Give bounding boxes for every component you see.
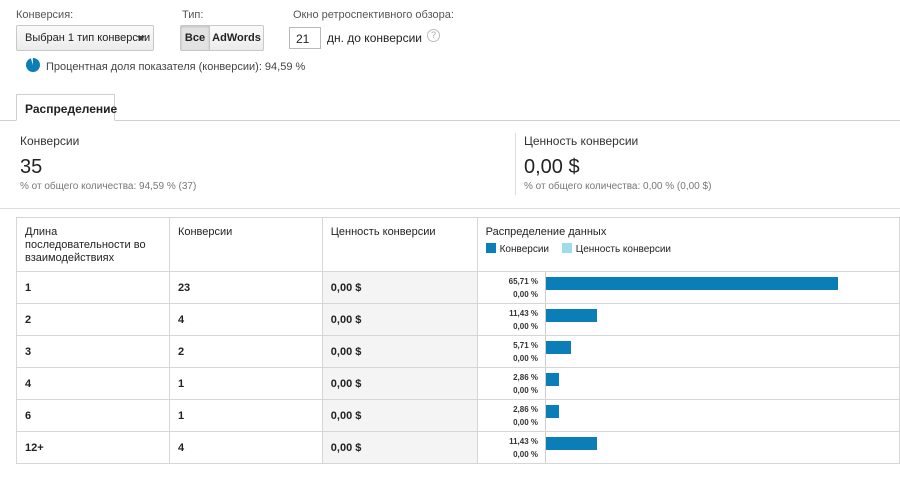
distribution-bar bbox=[545, 341, 571, 354]
pct-value: 0,00 % bbox=[513, 418, 538, 427]
cell-distribution: 5,71 % 0,00 % bbox=[476, 335, 900, 368]
help-icon[interactable]: ? bbox=[427, 29, 440, 42]
legend-conversions-label: Конверсии bbox=[499, 244, 550, 255]
table-row: 1 23 0,00 $ 65,71 % 0,00 % bbox=[16, 271, 900, 304]
cell-conversions: 2 bbox=[168, 335, 323, 368]
cell-value: 0,00 $ bbox=[321, 335, 478, 368]
cell-value: 0,00 $ bbox=[321, 431, 478, 464]
pct-conversions: 11,43 % bbox=[509, 309, 538, 318]
distribution-legend: Конверсии Ценность конверсии bbox=[485, 243, 891, 256]
tab-distribution[interactable]: Распределение bbox=[16, 94, 117, 121]
table-row: 6 1 0,00 $ 2,86 % 0,00 % bbox=[16, 399, 900, 432]
pct-conversions: 2,86 % bbox=[513, 405, 538, 414]
cell-conversions: 1 bbox=[168, 367, 323, 400]
cell-value: 0,00 $ bbox=[321, 367, 478, 400]
cell-conversions: 4 bbox=[168, 431, 323, 464]
table-row: 4 1 0,00 $ 2,86 % 0,00 % bbox=[16, 367, 900, 400]
table-row: 12+ 4 0,00 $ 11,43 % 0,00 % bbox=[16, 431, 900, 464]
legend-conversions: Конверсии bbox=[485, 243, 550, 255]
conversion-type-dropdown[interactable]: Выбран 1 тип конверсии bbox=[16, 25, 154, 51]
pct-conversions: 65,71 % bbox=[508, 277, 538, 286]
metric-share-text: Процентная доля показателя (конверсии): … bbox=[46, 61, 306, 73]
cell-length: 4 bbox=[16, 367, 170, 400]
lookback-unit-label: дн. до конверсии bbox=[327, 31, 422, 45]
cell-length: 1 bbox=[16, 271, 170, 304]
pct-conversions: 11,43 % bbox=[509, 437, 538, 446]
distribution-bar bbox=[545, 437, 597, 450]
cell-length: 12+ bbox=[16, 431, 170, 464]
header-conversion-value[interactable]: Ценность конверсии bbox=[321, 217, 478, 272]
metric-conversions-sub: % от общего количества: 94,59 % (37) bbox=[20, 181, 197, 192]
pct-value: 0,00 % bbox=[513, 386, 538, 395]
cell-distribution: 2,86 % 0,00 % bbox=[476, 399, 900, 432]
cell-length: 6 bbox=[16, 399, 170, 432]
cell-value: 0,00 $ bbox=[321, 399, 478, 432]
cell-value: 0,00 $ bbox=[321, 271, 478, 304]
table-row: 3 2 0,00 $ 5,71 % 0,00 % bbox=[16, 335, 900, 368]
cell-value: 0,00 $ bbox=[321, 303, 478, 336]
chevron-down-icon bbox=[137, 36, 145, 41]
cell-conversions: 1 bbox=[168, 399, 323, 432]
legend-conversion-value: Ценность конверсии bbox=[561, 243, 671, 255]
cell-length: 3 bbox=[16, 335, 170, 368]
path-length-table: Длина последовательности во взаимодейств… bbox=[16, 217, 900, 464]
pie-chart-icon bbox=[26, 58, 40, 72]
pct-value: 0,00 % bbox=[513, 322, 538, 331]
cell-length: 2 bbox=[16, 303, 170, 336]
legend-swatch-conversions bbox=[485, 243, 496, 253]
legend-swatch-conversion-value bbox=[561, 243, 572, 253]
section-divider bbox=[0, 208, 900, 209]
distribution-bar bbox=[545, 277, 838, 290]
metric-value-title: Ценность конверсии bbox=[524, 134, 639, 148]
cell-conversions: 4 bbox=[168, 303, 323, 336]
distribution-header-label: Распределение данных bbox=[485, 226, 607, 238]
cell-distribution: 2,86 % 0,00 % bbox=[476, 367, 900, 400]
distribution-bar bbox=[545, 373, 559, 386]
metric-conversions-title: Конверсии bbox=[20, 134, 80, 148]
table-row: 2 4 0,00 $ 11,43 % 0,00 % bbox=[16, 303, 900, 336]
cell-conversions: 23 bbox=[168, 271, 323, 304]
conversion-type-selected: Выбран 1 тип конверсии bbox=[25, 32, 151, 44]
pct-conversions: 2,86 % bbox=[513, 373, 538, 382]
metric-value-value: 0,00 $ bbox=[524, 156, 580, 178]
distribution-bar bbox=[545, 405, 559, 418]
pct-value: 0,00 % bbox=[513, 354, 538, 363]
metric-divider bbox=[515, 133, 516, 195]
header-path-length[interactable]: Длина последовательности во взаимодейств… bbox=[16, 217, 170, 272]
tab-divider bbox=[0, 120, 900, 121]
cell-distribution: 65,71 % 0,00 % bbox=[476, 271, 900, 304]
lookback-label: Окно ретроспективного обзора: bbox=[293, 9, 454, 21]
conversion-label: Конверсия: bbox=[16, 9, 74, 21]
type-adwords-button[interactable]: AdWords bbox=[209, 25, 264, 51]
distribution-bar bbox=[545, 309, 597, 322]
lookback-days-input[interactable]: 21 bbox=[289, 27, 321, 49]
legend-conversion-value-label: Ценность конверсии bbox=[575, 244, 671, 255]
metric-value-sub: % от общего количества: 0,00 % (0,00 $) bbox=[524, 181, 712, 192]
pct-value: 0,00 % bbox=[513, 450, 538, 459]
type-all-button[interactable]: Все bbox=[180, 25, 210, 51]
metric-conversions-value: 35 bbox=[20, 156, 43, 178]
type-label: Тип: bbox=[182, 9, 204, 21]
header-conversions[interactable]: Конверсии bbox=[168, 217, 323, 272]
pct-value: 0,00 % bbox=[513, 290, 538, 299]
header-distribution: Распределение данных Конверсии Ценность … bbox=[476, 217, 900, 272]
cell-distribution: 11,43 % 0,00 % bbox=[476, 431, 900, 464]
pct-conversions: 5,71 % bbox=[513, 341, 538, 350]
cell-distribution: 11,43 % 0,00 % bbox=[476, 303, 900, 336]
